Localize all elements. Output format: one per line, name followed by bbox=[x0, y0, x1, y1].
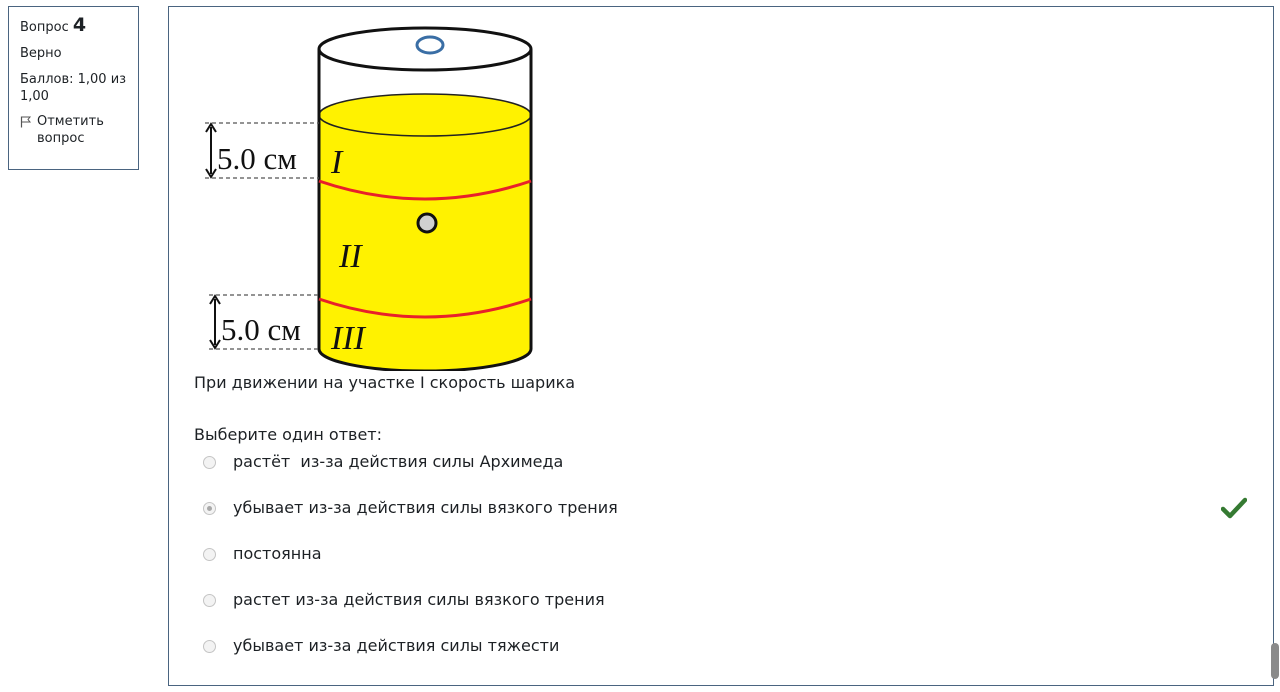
bottom-measure-label: 5.0 см bbox=[221, 312, 301, 347]
answer-label-4[interactable]: растет из-за действия силы вязкого трени… bbox=[233, 589, 605, 611]
scrollbar-thumb[interactable] bbox=[1271, 643, 1279, 679]
answer-label-5[interactable]: убывает из-за действия силы тяжести bbox=[233, 635, 559, 657]
question-label: Вопрос bbox=[20, 20, 69, 35]
top-measure-label: 5.0 см bbox=[217, 141, 297, 176]
answer-option-1[interactable]: растёт из-за действия силы Архимеда bbox=[203, 451, 1263, 497]
cylinder-figure: 5.0 см 5.0 см I II III bbox=[205, 26, 533, 371]
answer-option-2[interactable]: убывает из-за действия силы вязкого трен… bbox=[203, 497, 1263, 543]
question-content: 5.0 см 5.0 см I II III При движении на у… bbox=[168, 6, 1274, 686]
liquid-surface bbox=[318, 93, 532, 137]
question-grade: Баллов: 1,00 из 1,00 bbox=[20, 72, 127, 104]
check-icon bbox=[1221, 497, 1247, 519]
answer-label-1[interactable]: растёт из-за действия силы Архимеда bbox=[233, 451, 563, 473]
flag-label: Отметить вопрос bbox=[37, 114, 104, 146]
answer-label-3[interactable]: постоянна bbox=[233, 543, 322, 565]
cylinder-top bbox=[317, 26, 533, 72]
answer-label-2[interactable]: убывает из-за действия силы вязкого трен… bbox=[233, 497, 618, 519]
question-text: При движении на участке I скорость шарик… bbox=[194, 373, 576, 392]
question-number: Вопрос 4 bbox=[20, 14, 130, 36]
question-state: Верно bbox=[20, 46, 62, 61]
region-2-label: II bbox=[338, 238, 363, 275]
flag-question-link[interactable]: Отметить вопрос bbox=[20, 113, 130, 147]
question-info: Вопрос 4 Верно Баллов: 1,00 из 1,00 Отме… bbox=[8, 6, 139, 170]
answer-option-5[interactable]: убывает из-за действия силы тяжести bbox=[203, 635, 1263, 681]
flag-icon bbox=[20, 116, 32, 128]
answer-option-4[interactable]: растет из-за действия силы вязкого трени… bbox=[203, 589, 1263, 635]
answer-option-3[interactable]: постоянна bbox=[203, 543, 1263, 589]
answer-radio-1[interactable] bbox=[203, 456, 216, 469]
answer-radio-4[interactable] bbox=[203, 594, 216, 607]
region-3-label: III bbox=[330, 320, 367, 357]
region-1-label: I bbox=[330, 144, 344, 181]
answer-radio-5[interactable] bbox=[203, 640, 216, 653]
answer-radio-2[interactable] bbox=[203, 502, 216, 515]
answer-radio-3[interactable] bbox=[203, 548, 216, 561]
answer-prompt: Выберите один ответ: bbox=[194, 425, 383, 444]
question-number-value: 4 bbox=[72, 14, 87, 36]
ball bbox=[416, 212, 438, 234]
answer-list: растёт из-за действия силы Архимеда убыв… bbox=[203, 451, 1263, 681]
